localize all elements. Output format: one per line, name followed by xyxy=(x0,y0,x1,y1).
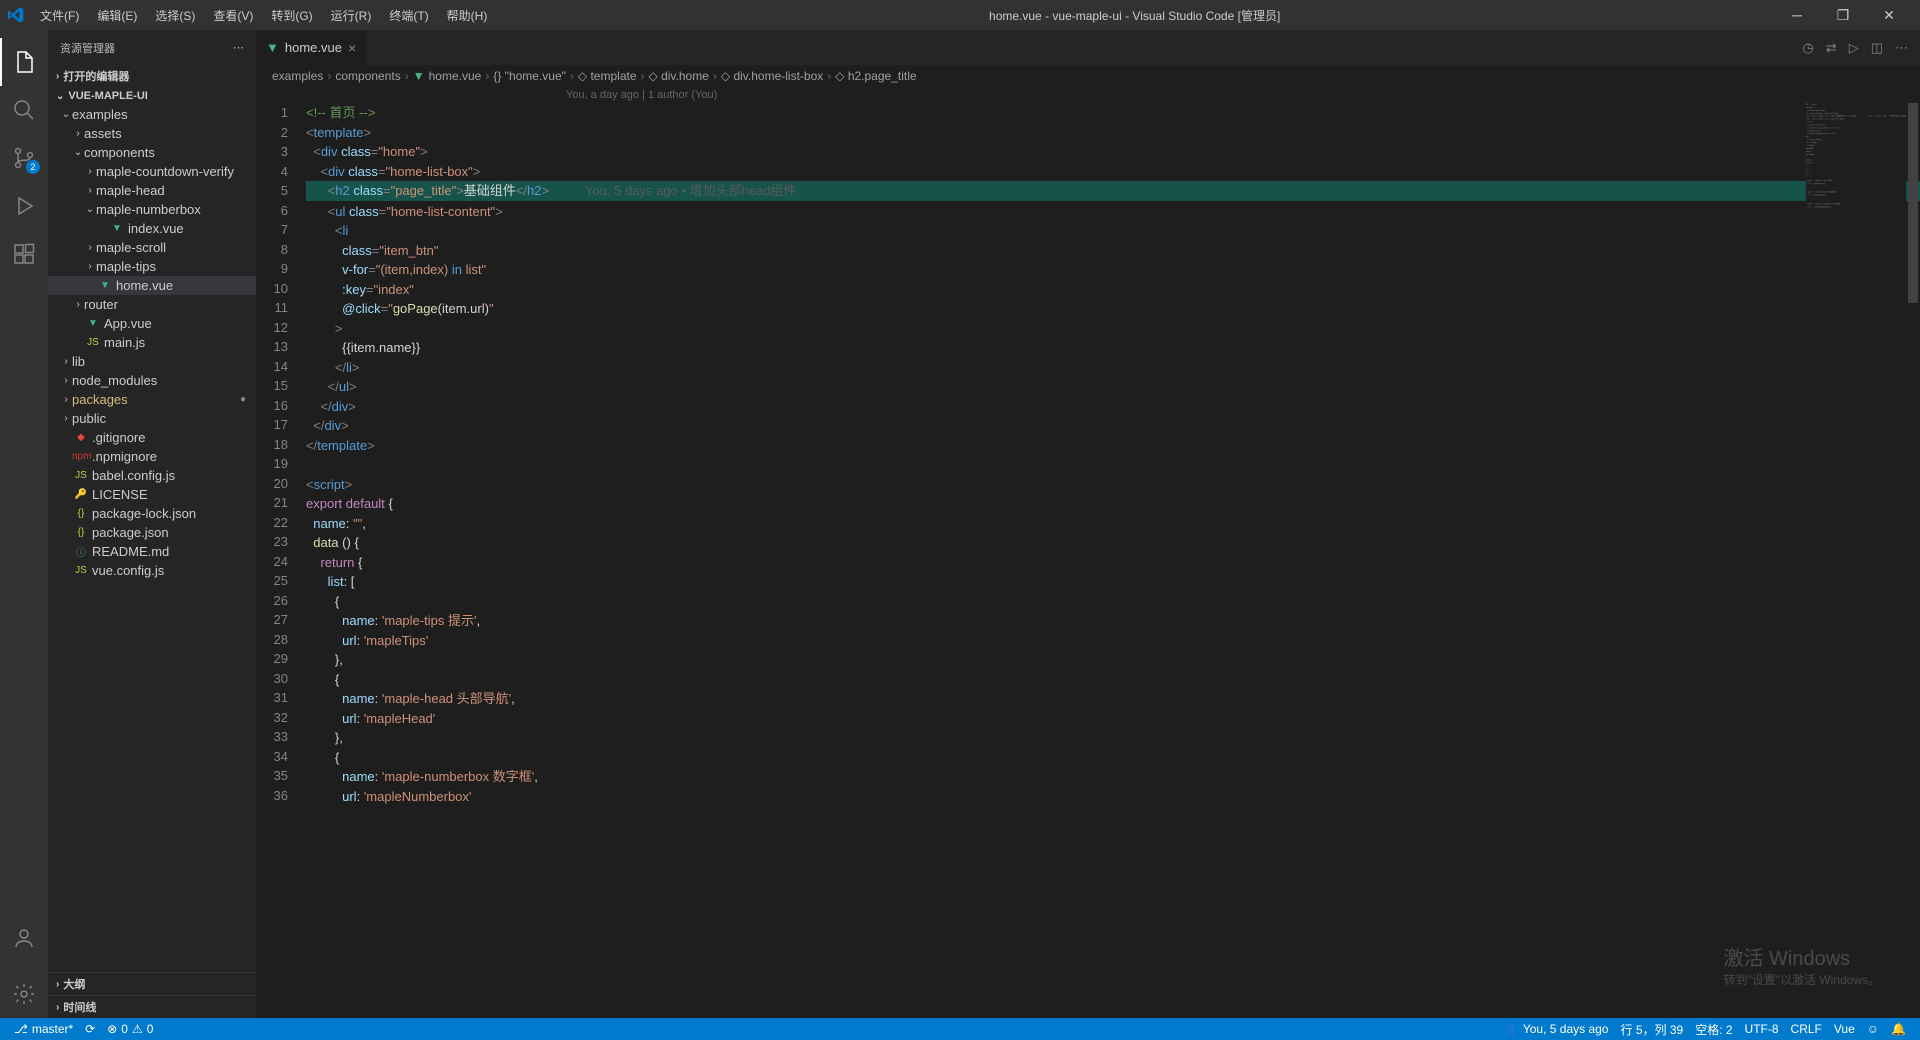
breadcrumb-item[interactable]: {} "home.vue" xyxy=(493,69,566,83)
breadcrumb-item[interactable]: components xyxy=(335,69,400,83)
vertical-scrollbar[interactable] xyxy=(1906,103,1920,1018)
sidebar-header: 资源管理器 ⋯ xyxy=(48,30,256,65)
split-editor-icon[interactable]: ◫ xyxy=(1871,40,1883,56)
status-encoding[interactable]: UTF-8 xyxy=(1739,1021,1785,1038)
tab-home-vue[interactable]: ▼ home.vue × xyxy=(256,30,367,65)
menu-run[interactable]: 运行(R) xyxy=(323,3,380,28)
folder-item[interactable]: ›router xyxy=(48,295,256,314)
gitlens-authors[interactable]: You, a day ago | 1 author (You) xyxy=(256,87,1920,103)
file-item[interactable]: ◆.gitignore xyxy=(48,428,256,447)
vscode-logo-icon xyxy=(8,7,24,23)
menu-go[interactable]: 转到(G) xyxy=(263,3,320,28)
menu-help[interactable]: 帮助(H) xyxy=(439,3,496,28)
extensions-icon[interactable] xyxy=(0,230,48,278)
outline-section[interactable]: ›大纲 xyxy=(48,972,256,995)
file-item[interactable]: ▼App.vue xyxy=(48,314,256,333)
folder-item[interactable]: ›node_modules xyxy=(48,371,256,390)
menu-selection[interactable]: 选择(S) xyxy=(147,3,203,28)
sidebar-more-icon[interactable]: ⋯ xyxy=(233,41,244,54)
code-area[interactable]: 1234567891011121314151617181920212223242… xyxy=(256,103,1920,1018)
accounts-icon[interactable] xyxy=(0,914,48,962)
activity-bar: 2 xyxy=(0,30,48,1018)
menu-bar: 文件(F) 编辑(E) 选择(S) 查看(V) 转到(G) 运行(R) 终端(T… xyxy=(32,3,495,28)
file-item[interactable]: JSvue.config.js xyxy=(48,561,256,580)
breadcrumb-item[interactable]: ◇ div.home-list-box xyxy=(721,69,823,83)
folder-item[interactable]: ›assets xyxy=(48,124,256,143)
breadcrumb-item[interactable]: ◇ template xyxy=(578,69,637,83)
status-branch[interactable]: ⎇ master* xyxy=(8,1022,79,1036)
run-icon[interactable]: ▷ xyxy=(1849,40,1859,56)
compare-changes-icon[interactable]: ⇄ xyxy=(1826,40,1837,56)
folder-item[interactable]: ›maple-tips xyxy=(48,257,256,276)
tab-close-icon[interactable]: × xyxy=(348,40,356,56)
titlebar: 文件(F) 编辑(E) 选择(S) 查看(V) 转到(G) 运行(R) 终端(T… xyxy=(0,0,1920,30)
menu-terminal[interactable]: 终端(T) xyxy=(381,3,436,28)
file-item[interactable]: {}package-lock.json xyxy=(48,504,256,523)
menu-view[interactable]: 查看(V) xyxy=(205,3,261,28)
maximize-button[interactable]: ❐ xyxy=(1820,0,1866,30)
statusbar: ⎇ master* ⟳ ⊗ 0 ⚠ 0 👤 You, 5 days ago 行 … xyxy=(0,1018,1920,1040)
close-button[interactable]: ✕ xyxy=(1866,0,1912,30)
editor: ▼ home.vue × ◷ ⇄ ▷ ◫ ⋯ examples›componen… xyxy=(256,30,1920,1018)
status-indent[interactable]: 空格: 2 xyxy=(1689,1021,1738,1038)
folder-item[interactable]: ⌄maple-numberbox xyxy=(48,200,256,219)
source-control-icon[interactable]: 2 xyxy=(0,134,48,182)
timeline-section[interactable]: ›时间线 xyxy=(48,995,256,1018)
menu-edit[interactable]: 编辑(E) xyxy=(89,3,145,28)
editor-tabs: ▼ home.vue × ◷ ⇄ ▷ ◫ ⋯ xyxy=(256,30,1920,65)
code-content[interactable]: <!-- 首页 --><template> <div class="home">… xyxy=(306,103,1920,1018)
folder-item[interactable]: ›packages● xyxy=(48,390,256,409)
vue-file-icon: ▼ xyxy=(266,40,279,55)
status-notifications-icon[interactable]: 🔔 xyxy=(1885,1021,1912,1038)
file-item[interactable]: npm.npmignore xyxy=(48,447,256,466)
window-title: home.vue - vue-maple-ui - Visual Studio … xyxy=(495,7,1774,24)
status-language[interactable]: Vue xyxy=(1828,1021,1861,1038)
file-tree: ⌄examples›assets⌄components›maple-countd… xyxy=(48,105,256,972)
status-blame[interactable]: 👤 You, 5 days ago xyxy=(1498,1021,1615,1038)
breadcrumb-item[interactable]: examples xyxy=(272,69,323,83)
gitlens-toggle-icon[interactable]: ◷ xyxy=(1802,40,1813,56)
status-sync[interactable]: ⟳ xyxy=(79,1022,101,1036)
breadcrumb-item[interactable]: ◇ div.home xyxy=(649,69,709,83)
file-item[interactable]: ⓘREADME.md xyxy=(48,542,256,561)
status-problems[interactable]: ⊗ 0 ⚠ 0 xyxy=(101,1022,159,1036)
status-eol[interactable]: CRLF xyxy=(1785,1021,1828,1038)
explorer-sidebar: 资源管理器 ⋯ ›打开的编辑器 ⌄VUE-MAPLE-UI ⌄examples›… xyxy=(48,30,256,1018)
line-numbers: 1234567891011121314151617181920212223242… xyxy=(256,103,306,1018)
minimize-button[interactable]: ─ xyxy=(1774,0,1820,30)
status-feedback-icon[interactable]: ☺ xyxy=(1861,1021,1885,1038)
scm-badge: 2 xyxy=(26,160,40,174)
file-item[interactable]: 🔑LICENSE xyxy=(48,485,256,504)
folder-item[interactable]: ›maple-scroll xyxy=(48,238,256,257)
project-section[interactable]: ⌄VUE-MAPLE-UI xyxy=(48,87,256,105)
file-item[interactable]: ▼home.vue xyxy=(48,276,256,295)
folder-item[interactable]: ⌄examples xyxy=(48,105,256,124)
file-item[interactable]: JSmain.js xyxy=(48,333,256,352)
settings-gear-icon[interactable] xyxy=(0,970,48,1018)
folder-item[interactable]: ›public xyxy=(48,409,256,428)
file-item[interactable]: JSbabel.config.js xyxy=(48,466,256,485)
file-item[interactable]: ▼index.vue xyxy=(48,219,256,238)
menu-file[interactable]: 文件(F) xyxy=(32,3,87,28)
breadcrumb-item[interactable]: ◇ h2.page_title xyxy=(835,69,916,83)
folder-item[interactable]: ›lib xyxy=(48,352,256,371)
window-controls: ─ ❐ ✕ xyxy=(1774,0,1912,30)
explorer-icon[interactable] xyxy=(0,38,48,86)
run-debug-icon[interactable] xyxy=(0,182,48,230)
search-icon[interactable] xyxy=(0,86,48,134)
breadcrumb[interactable]: examples›components›▼ home.vue›{} "home.… xyxy=(256,65,1920,87)
tab-label: home.vue xyxy=(285,40,342,55)
sidebar-title: 资源管理器 xyxy=(60,40,115,56)
folder-item[interactable]: ›maple-countdown-verify xyxy=(48,162,256,181)
folder-item[interactable]: ⌄components xyxy=(48,143,256,162)
minimap[interactable]: &lt;!-- 首页 --&gt; &lt;template&gt; &lt;d… xyxy=(1806,103,1906,1018)
open-editors-section[interactable]: ›打开的编辑器 xyxy=(48,65,256,87)
folder-item[interactable]: ›maple-head xyxy=(48,181,256,200)
breadcrumb-item[interactable]: ▼ home.vue xyxy=(413,69,482,83)
more-actions-icon[interactable]: ⋯ xyxy=(1895,40,1908,56)
file-item[interactable]: {}package.json xyxy=(48,523,256,542)
status-cursor[interactable]: 行 5，列 39 xyxy=(1614,1021,1689,1038)
